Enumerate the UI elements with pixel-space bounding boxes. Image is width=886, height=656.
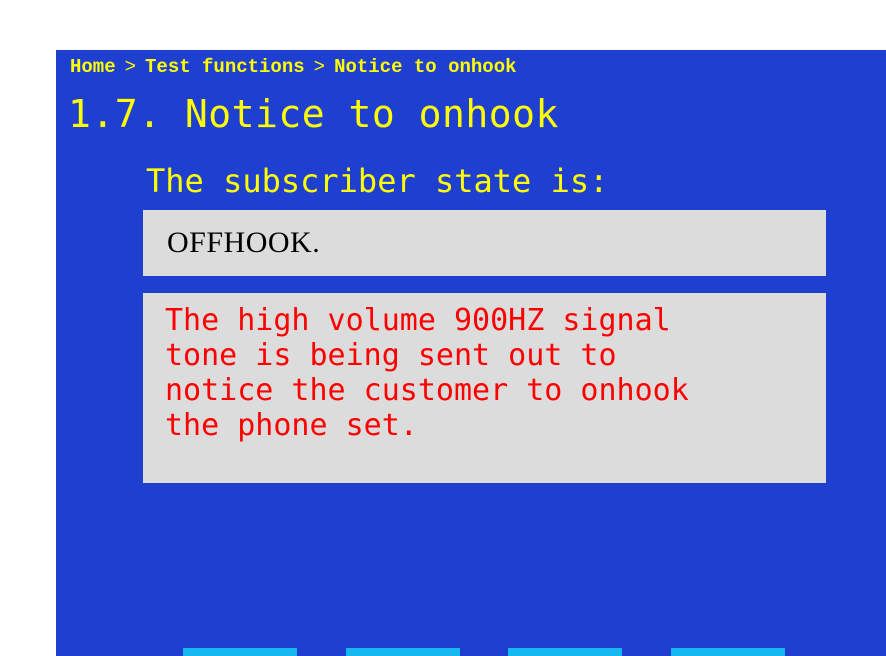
subscriber-state-panel: OFFHOOK. — [143, 210, 826, 276]
softkey-bar — [56, 648, 886, 656]
breadcrumb: Home > Test functions > Notice to onhook — [70, 54, 517, 80]
breadcrumb-home[interactable]: Home — [70, 54, 116, 80]
notice-message-panel: The high volume 900HZ signal tone is bei… — [143, 293, 826, 483]
softkey-4-button[interactable] — [671, 648, 785, 656]
softkey-2-button[interactable] — [346, 648, 460, 656]
softkey-3-button[interactable] — [508, 648, 622, 656]
page-title: 1.7. Notice to onhook — [68, 92, 559, 136]
subscriber-state-label: The subscriber state is: — [146, 162, 609, 200]
softkey-1-button[interactable] — [183, 648, 297, 656]
breadcrumb-separator: > — [313, 56, 326, 78]
notice-message-text: The high volume 900HZ signal tone is bei… — [165, 303, 689, 443]
breadcrumb-test-functions[interactable]: Test functions — [145, 54, 305, 80]
subscriber-state-value: OFFHOOK. — [167, 226, 321, 259]
breadcrumb-current: Notice to onhook — [334, 56, 517, 78]
device-screen: Home > Test functions > Notice to onhook… — [56, 50, 886, 656]
breadcrumb-separator: > — [124, 56, 137, 78]
